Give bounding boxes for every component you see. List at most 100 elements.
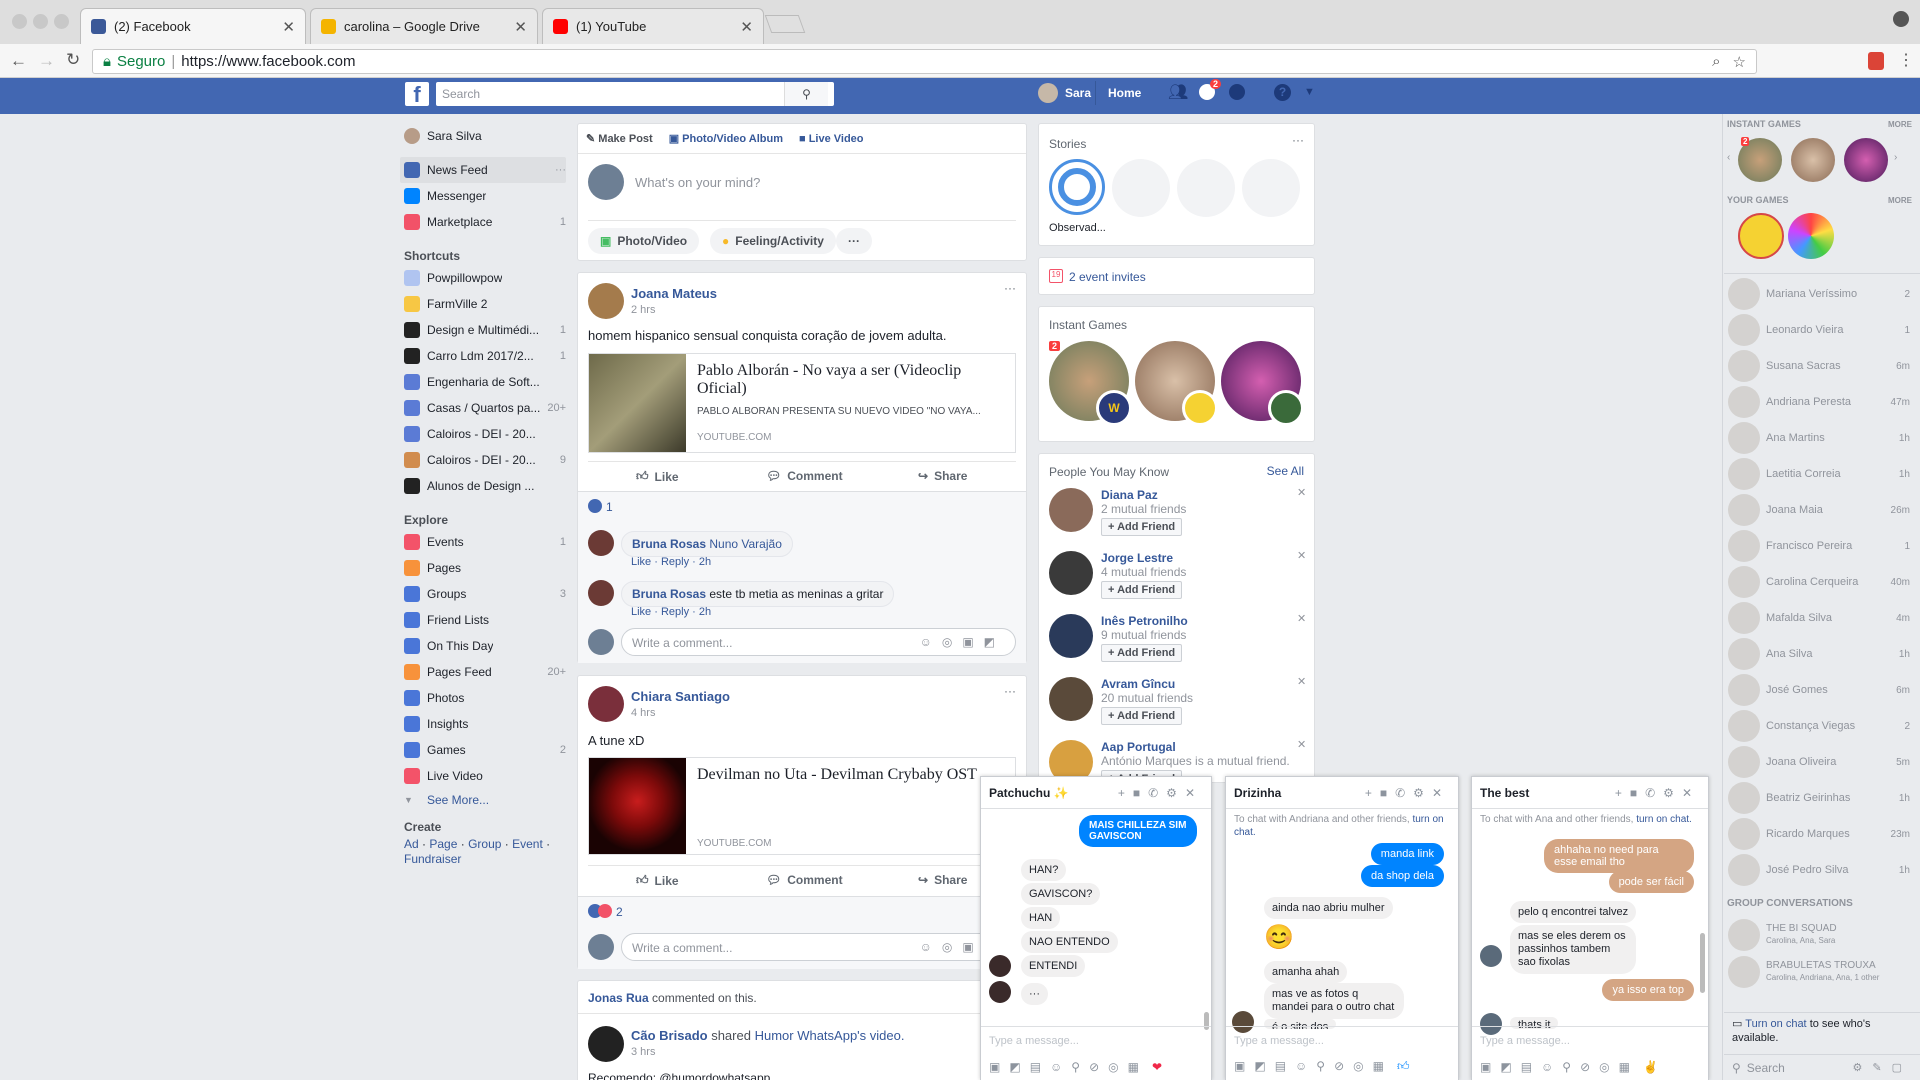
chat-title[interactable]: Drizinha bbox=[1234, 786, 1281, 800]
stories-options-icon[interactable]: ··· bbox=[1292, 133, 1304, 147]
suggestion-name[interactable]: Inês Petronilho bbox=[1101, 614, 1188, 628]
shared-page-link[interactable]: Humor WhatsApp bbox=[755, 1028, 858, 1043]
chat-friend-item[interactable]: José Gomes 6m bbox=[1724, 672, 1920, 708]
add-friend-button[interactable]: + Add Friend bbox=[1101, 518, 1183, 536]
sidebar-item[interactable]: Photos bbox=[404, 685, 566, 711]
tab-google-drive[interactable]: carolina – Google Drive ✕ bbox=[310, 8, 538, 44]
create-event-link[interactable]: Event bbox=[512, 837, 543, 851]
search-icon[interactable]: ⚲ bbox=[784, 82, 828, 106]
carousel-left-icon[interactable]: ‹ bbox=[1727, 152, 1730, 163]
comment-author[interactable]: Bruna Rosas bbox=[632, 587, 706, 601]
comment-input[interactable]: Write a comment... ☺◎▣◩ bbox=[621, 628, 1016, 656]
story-ring[interactable] bbox=[1049, 159, 1105, 215]
sidebar-item[interactable]: Insights bbox=[404, 711, 566, 737]
facebook-logo-icon[interactable]: f bbox=[405, 82, 429, 107]
mutual-friends[interactable]: 9 mutual friends bbox=[1101, 628, 1186, 642]
like-button[interactable]: 👍︎ Like bbox=[636, 469, 679, 484]
link-preview[interactable]: Pablo Alborán - No vaya a ser (Videoclip… bbox=[588, 353, 1016, 453]
suggestion-name[interactable]: Avram Gîncu bbox=[1101, 677, 1175, 691]
chat-header-icons[interactable]: +■✆⚙✕ bbox=[1615, 786, 1700, 800]
window-close-button[interactable] bbox=[12, 14, 27, 29]
sidebar-item[interactable]: Casas / Quartos pa... 20+ bbox=[404, 395, 566, 421]
avatar[interactable] bbox=[1049, 677, 1093, 721]
new-tab-button[interactable] bbox=[764, 15, 806, 33]
feeling-activity-button[interactable]: ● Feeling/Activity bbox=[710, 228, 836, 254]
sidebar-item[interactable]: Friend Lists bbox=[404, 607, 566, 633]
mutual-friends[interactable]: 20 mutual friends bbox=[1101, 691, 1193, 705]
sidebar-item[interactable]: Messenger bbox=[404, 183, 566, 209]
window-zoom-button[interactable] bbox=[54, 14, 69, 29]
event-invites-link[interactable]: 2 event invites bbox=[1069, 270, 1146, 284]
more-options-button[interactable]: ··· bbox=[836, 228, 872, 254]
chat-friend-item[interactable]: José Pedro Silva 1h bbox=[1724, 852, 1920, 888]
reload-icon[interactable]: ↻ bbox=[66, 50, 80, 70]
post-author[interactable]: Joana Mateus bbox=[631, 286, 717, 301]
events-card[interactable]: 19 2 event invites bbox=[1038, 257, 1315, 295]
mutual-friends[interactable]: 4 mutual friends bbox=[1101, 565, 1186, 579]
dismiss-icon[interactable]: ✕ bbox=[1297, 675, 1306, 688]
your-game-emoji-icon[interactable] bbox=[1738, 213, 1784, 259]
reaction-count[interactable]: 2 bbox=[616, 905, 623, 919]
chat-scrollbar[interactable] bbox=[1700, 933, 1705, 993]
sidebar-item[interactable]: Events 1 bbox=[404, 529, 566, 555]
dismiss-icon[interactable]: ✕ bbox=[1297, 549, 1306, 562]
chat-title[interactable]: The best bbox=[1480, 786, 1529, 800]
comment-button[interactable]: 💬︎ Comment bbox=[766, 469, 843, 483]
comment-meta[interactable]: Like · Reply · 2h bbox=[631, 556, 711, 568]
avatar[interactable] bbox=[1049, 551, 1093, 595]
share-button[interactable]: ↪ Share bbox=[918, 469, 967, 483]
sharer-name[interactable]: Cão Brisado bbox=[631, 1028, 708, 1043]
chat-header[interactable]: The best +■✆⚙✕ bbox=[1472, 777, 1708, 809]
photo-album-tab[interactable]: ▣ Photo/Video Album bbox=[669, 132, 783, 145]
share-button[interactable]: ↪ Share bbox=[918, 873, 967, 887]
reaction-count[interactable]: 1 bbox=[606, 500, 613, 514]
activity-actor[interactable]: Jonas Rua bbox=[588, 991, 649, 1005]
create-page-link[interactable]: Page bbox=[429, 837, 457, 851]
chat-friend-item[interactable]: Ana Martins 1h bbox=[1724, 420, 1920, 456]
comment-tools-icon[interactable]: ☺◎▣◩ bbox=[920, 635, 1005, 649]
chat-tools-icon[interactable]: ⚙✎▢ bbox=[1853, 1061, 1912, 1074]
suggestion-name[interactable]: Jorge Lestre bbox=[1101, 551, 1173, 565]
sidebar-item[interactable]: Groups 3 bbox=[404, 581, 566, 607]
post-timestamp[interactable]: 3 hrs bbox=[631, 1046, 655, 1058]
post-options-icon[interactable]: ··· bbox=[1004, 281, 1016, 295]
comment-text[interactable]: Nuno Varajão bbox=[709, 537, 782, 551]
dismiss-icon[interactable]: ✕ bbox=[1297, 486, 1306, 499]
chat-input[interactable]: Type a message... ▣ ◩ ▤ ☺ ⚲ ⊘ ◎ ▦ ❤ bbox=[981, 1026, 1211, 1080]
link-preview[interactable]: Devilman no Uta - Devilman Crybaby OST Y… bbox=[588, 757, 1016, 855]
url-field[interactable]: 🔒︎ Seguro | https://www.facebook.com ⌕ ☆ bbox=[92, 49, 1757, 74]
tab-youtube[interactable]: (1) YouTube ✕ bbox=[542, 8, 764, 44]
sidebar-game-tile[interactable] bbox=[1791, 138, 1835, 182]
sidebar-item[interactable]: Marketplace 1 bbox=[404, 209, 566, 235]
post-author[interactable]: Chiara Santiago bbox=[631, 689, 730, 704]
chat-search-input[interactable]: ⚲ Search ⚙✎▢ bbox=[1724, 1054, 1920, 1080]
tab-close-icon[interactable]: ✕ bbox=[514, 18, 527, 36]
add-friend-button[interactable]: + Add Friend bbox=[1101, 707, 1183, 725]
sidebar-item[interactable]: Carro Ldm 2017/2... 1 bbox=[404, 343, 566, 369]
chat-friend-item[interactable]: Joana Oliveira 5m bbox=[1724, 744, 1920, 780]
post-options-icon[interactable]: ··· bbox=[1004, 684, 1016, 698]
chat-friend-item[interactable]: Laetitia Correia 1h bbox=[1724, 456, 1920, 492]
comment-button[interactable]: 💬︎ Comment bbox=[766, 873, 843, 887]
shared-video-link[interactable]: 's video. bbox=[857, 1028, 904, 1043]
search-input[interactable]: Search ⚲ bbox=[436, 82, 834, 106]
chat-friend-item[interactable]: Susana Sacras 6m bbox=[1724, 348, 1920, 384]
carousel-right-icon[interactable]: › bbox=[1894, 152, 1897, 163]
see-all-link[interactable]: See All bbox=[1267, 464, 1304, 478]
sidebar-item[interactable]: FarmVille 2 bbox=[404, 291, 566, 317]
sidebar-item[interactable]: Caloiros - DEI - 20... 9 bbox=[404, 447, 566, 473]
chat-tools[interactable]: ▣ ◩ ▤ ☺ ⚲ ⊘ ◎ ▦ ❤ bbox=[989, 1060, 1162, 1074]
chat-header[interactable]: Drizinha +■✆⚙✕ bbox=[1226, 777, 1458, 809]
sidebar-item[interactable]: News Feed ··· bbox=[404, 157, 566, 183]
create-ad-link[interactable]: Ad bbox=[404, 837, 419, 851]
chat-friend-item[interactable]: Carolina Cerqueira 40m bbox=[1724, 564, 1920, 600]
sidebar-item[interactable]: Caloiros - DEI - 20... bbox=[404, 421, 566, 447]
sidebar-item[interactable]: Pages Feed 20+ bbox=[404, 659, 566, 685]
comment-input[interactable]: Write a comment... ☺◎▣◩ bbox=[621, 933, 1016, 961]
chat-friend-item[interactable]: Leonardo Vieira 1 bbox=[1724, 312, 1920, 348]
chat-friend-item[interactable]: Mafalda Silva 4m bbox=[1724, 600, 1920, 636]
chat-friend-item[interactable]: Beatriz Geirinhas 1h bbox=[1724, 780, 1920, 816]
sidebar-item[interactable]: Powpillowpow bbox=[404, 265, 566, 291]
live-video-tab[interactable]: ■ Live Video bbox=[799, 133, 864, 145]
chat-input[interactable]: Type a message... ▣ ◩ ▤ ☺ ⚲ ⊘ ◎ ▦ ✌ bbox=[1472, 1026, 1708, 1080]
